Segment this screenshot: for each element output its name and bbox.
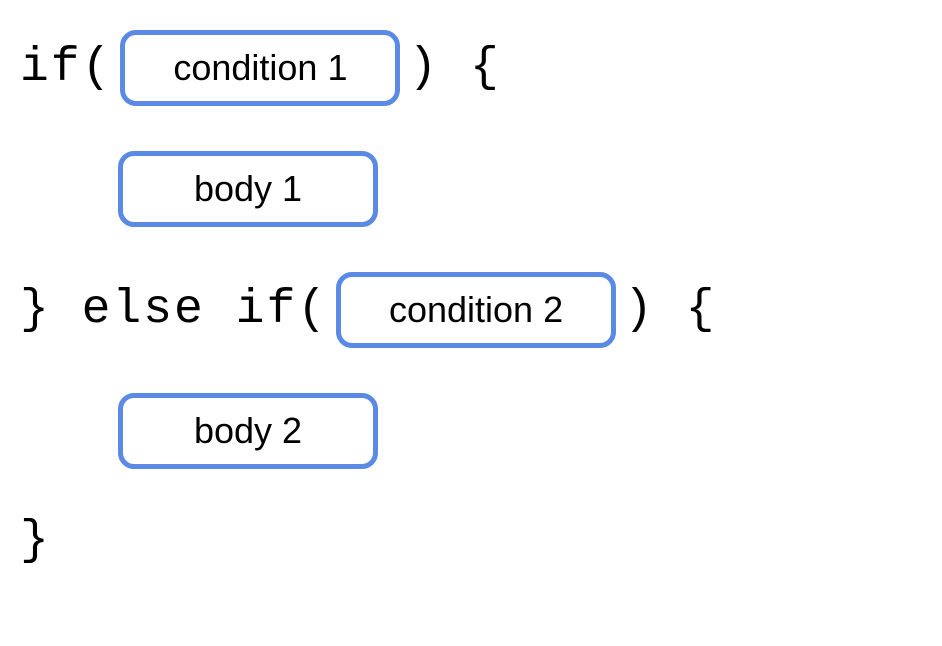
else-if-open-brace: ) { (624, 283, 716, 337)
close-brace-line: } (20, 514, 922, 568)
if-open-brace: ) { (408, 41, 500, 95)
body-2-box: body 2 (118, 393, 378, 469)
else-if-line: } else if( condition 2 ) { (20, 272, 922, 348)
body-1-line: body 1 (110, 151, 922, 227)
condition-1-box: condition 1 (120, 30, 400, 106)
if-line: if( condition 1 ) { (20, 30, 922, 106)
close-brace: } (20, 514, 51, 568)
body-2-line: body 2 (110, 393, 922, 469)
else-if-keyword: } else if( (20, 283, 328, 337)
condition-2-box: condition 2 (336, 272, 616, 348)
if-keyword: if( (20, 41, 112, 95)
body-1-box: body 1 (118, 151, 378, 227)
